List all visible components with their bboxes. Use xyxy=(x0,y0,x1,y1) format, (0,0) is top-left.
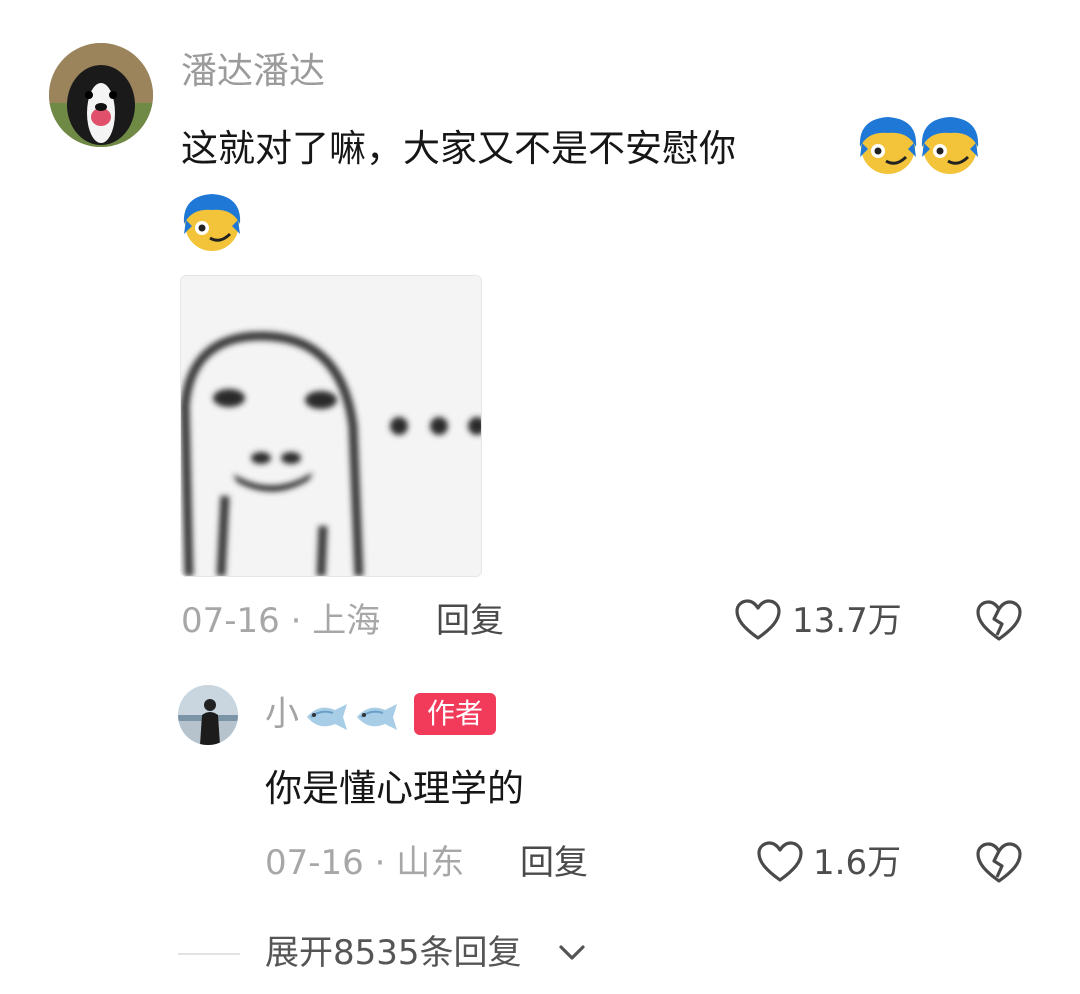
comment-date: 07-16 xyxy=(181,601,280,641)
reply-reply-button[interactable]: 回复 xyxy=(520,846,588,880)
blue-hair-face-emoji xyxy=(921,117,979,174)
comment-text: 这就对了嘛，大家又不是不安慰你 xyxy=(181,127,736,170)
blue-hair-face-emoji xyxy=(183,194,241,251)
reply-username[interactable]: 小 xyxy=(265,697,299,731)
like-heart-icon[interactable] xyxy=(756,840,804,884)
reply-location: 山东 xyxy=(396,843,465,883)
comment-location: 上海 xyxy=(312,601,381,641)
divider xyxy=(178,953,240,955)
fish-emoji xyxy=(307,704,347,730)
expand-replies-label: 展开8535条回复 xyxy=(265,933,522,973)
avatar[interactable] xyxy=(49,43,153,147)
reply-text: 你是懂心理学的 xyxy=(265,767,524,810)
comment-meta: 07-16 · 上海 xyxy=(181,604,380,638)
blue-hair-face-emoji xyxy=(859,117,917,174)
reply-like-count: 1.6万 xyxy=(813,843,902,883)
meta-separator: · xyxy=(374,843,386,883)
chevron-down-icon[interactable] xyxy=(556,940,588,966)
meta-separator: · xyxy=(290,601,302,641)
like-heart-icon[interactable] xyxy=(734,598,782,642)
reply-meta: 07-16 · 山东 xyxy=(265,846,464,880)
dislike-broken-heart-icon[interactable] xyxy=(975,599,1023,643)
reply-button[interactable]: 回复 xyxy=(436,604,504,638)
dislike-broken-heart-icon[interactable] xyxy=(975,841,1023,885)
sticker-image[interactable] xyxy=(180,275,482,577)
blurry-meme-face-sticker xyxy=(181,276,481,576)
reply-avatar[interactable] xyxy=(178,685,238,745)
author-badge: 作者 xyxy=(414,693,496,735)
reply-username-prefix: 小 xyxy=(265,694,299,734)
reply-date: 07-16 xyxy=(265,843,364,883)
comment-username[interactable]: 潘达潘达 xyxy=(181,54,325,90)
expand-replies-button[interactable]: 展开8535条回复 xyxy=(265,936,522,970)
fish-emoji xyxy=(357,704,397,730)
like-count: 13.7万 xyxy=(792,601,902,641)
